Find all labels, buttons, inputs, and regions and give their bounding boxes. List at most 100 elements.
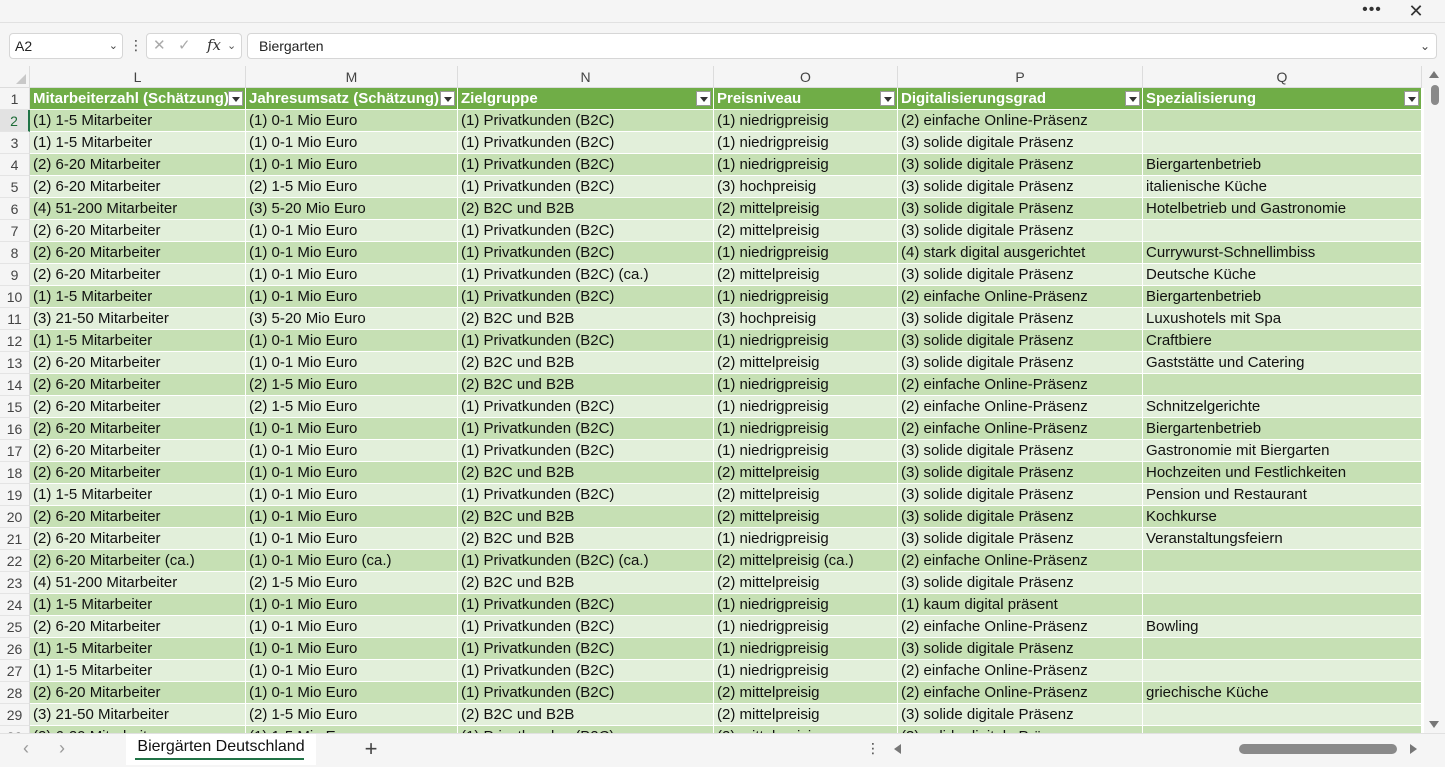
table-cell[interactable]: (1) 0-1 Mio Euro [246, 506, 458, 528]
table-cell[interactable]: (2) 6-20 Mitarbeiter [30, 528, 246, 550]
row-number[interactable]: 29 [0, 704, 30, 726]
table-cell[interactable]: (3) solide digitale Präsenz [898, 506, 1143, 528]
table-cell[interactable]: (1) Privatkunden (B2C) [458, 594, 714, 616]
prev-sheet-icon[interactable]: ‹ [23, 738, 29, 759]
table-cell[interactable]: (2) mittelpreisig [714, 220, 898, 242]
table-cell[interactable]: (3) solide digitale Präsenz [898, 308, 1143, 330]
table-cell[interactable]: (2) 6-20 Mitarbeiter [30, 176, 246, 198]
table-cell[interactable]: (1) Privatkunden (B2C) [458, 110, 714, 132]
table-cell[interactable]: (2) B2C und B2B [458, 528, 714, 550]
table-cell[interactable]: (3) solide digitale Präsenz [898, 176, 1143, 198]
table-cell[interactable] [1143, 704, 1422, 726]
table-cell[interactable]: (2) B2C und B2B [458, 308, 714, 330]
table-cell[interactable]: (1) Privatkunden (B2C) [458, 682, 714, 704]
table-cell[interactable]: Biergartenbetrieb [1143, 154, 1422, 176]
more-options-icon[interactable]: ••• [1361, 0, 1383, 22]
table-cell[interactable] [1143, 110, 1422, 132]
row-number[interactable]: 8 [0, 242, 30, 264]
table-cell[interactable]: (1) 0-1 Mio Euro [246, 132, 458, 154]
table-cell[interactable]: (4) 51-200 Mitarbeiter [30, 198, 246, 220]
table-cell[interactable]: (1) Privatkunden (B2C) [458, 638, 714, 660]
table-cell[interactable]: (1) 0-1 Mio Euro [246, 286, 458, 308]
table-cell[interactable]: (1) Privatkunden (B2C) [458, 176, 714, 198]
table-cell[interactable]: (2) mittelpreisig [714, 264, 898, 286]
table-cell[interactable]: (1) Privatkunden (B2C) (ca.) [458, 550, 714, 572]
table-cell[interactable]: (2) mittelpreisig [714, 682, 898, 704]
table-cell[interactable]: (1) niedrigpreisig [714, 660, 898, 682]
table-cell[interactable]: (1) 0-1 Mio Euro [246, 242, 458, 264]
table-cell[interactable]: (2) 6-20 Mitarbeiter (ca.) [30, 550, 246, 572]
table-cell[interactable]: (1) 0-1 Mio Euro [246, 110, 458, 132]
table-cell[interactable]: (2) 6-20 Mitarbeiter [30, 418, 246, 440]
table-cell[interactable]: (1) Privatkunden (B2C) [458, 484, 714, 506]
column-header-l[interactable]: L [30, 66, 246, 88]
table-cell[interactable]: (1) Privatkunden (B2C) [458, 330, 714, 352]
table-cell[interactable]: Veranstaltungsfeiern [1143, 528, 1422, 550]
table-cell[interactable]: griechische Küche [1143, 682, 1422, 704]
table-cell[interactable]: (2) einfache Online-Präsenz [898, 110, 1143, 132]
table-cell[interactable]: (1) niedrigpreisig [714, 132, 898, 154]
header-cell[interactable]: Digitalisierungsgrad [898, 88, 1143, 110]
row-number[interactable]: 13 [0, 352, 30, 374]
row-number[interactable]: 30 [0, 726, 30, 733]
column-header-q[interactable]: Q [1143, 66, 1422, 88]
table-cell[interactable]: (1) 1-5 Mitarbeiter [30, 330, 246, 352]
table-cell[interactable]: (1) 0-1 Mio Euro [246, 440, 458, 462]
table-cell[interactable]: (3) 5-20 Mio Euro [246, 198, 458, 220]
table-cell[interactable]: Biergartenbetrieb [1143, 418, 1422, 440]
row-number[interactable]: 3 [0, 132, 30, 154]
table-cell[interactable]: (1) 1-5 Mitarbeiter [30, 132, 246, 154]
row-number[interactable]: 6 [0, 198, 30, 220]
row-number[interactable]: 10 [0, 286, 30, 308]
table-cell[interactable]: (2) 1-5 Mio Euro [246, 374, 458, 396]
table-cell[interactable]: (2) 1-5 Mio Euro [246, 396, 458, 418]
chevron-down-icon[interactable]: ⌄ [227, 39, 236, 52]
close-icon[interactable]: ✕ [1405, 0, 1427, 22]
table-cell[interactable]: Biergartenbetrieb [1143, 286, 1422, 308]
table-cell[interactable]: (1) 0-1 Mio Euro [246, 594, 458, 616]
table-cell[interactable]: (1) Privatkunden (B2C) [458, 396, 714, 418]
table-cell[interactable]: (3) solide digitale Präsenz [898, 484, 1143, 506]
table-cell[interactable]: (1) Privatkunden (B2C) (ca.) [458, 264, 714, 286]
table-cell[interactable]: (1) niedrigpreisig [714, 154, 898, 176]
row-number[interactable]: 9 [0, 264, 30, 286]
table-cell[interactable]: Pension und Restaurant [1143, 484, 1422, 506]
table-cell[interactable]: (1) 1-5 Mitarbeiter [30, 638, 246, 660]
column-header-o[interactable]: O [714, 66, 898, 88]
row-number[interactable]: 4 [0, 154, 30, 176]
table-cell[interactable]: (1) niedrigpreisig [714, 418, 898, 440]
scroll-right-icon[interactable] [1410, 744, 1417, 754]
table-cell[interactable]: (3) solide digitale Präsenz [898, 726, 1143, 733]
table-cell[interactable] [1143, 132, 1422, 154]
table-cell[interactable]: (2) 6-20 Mitarbeiter [30, 616, 246, 638]
table-cell[interactable]: (1) Privatkunden (B2C) [458, 660, 714, 682]
table-cell[interactable]: (2) einfache Online-Präsenz [898, 374, 1143, 396]
table-cell[interactable]: (2) 1-5 Mio Euro [246, 176, 458, 198]
table-cell[interactable]: (3) solide digitale Präsenz [898, 704, 1143, 726]
table-cell[interactable]: (2) 6-20 Mitarbeiter [30, 264, 246, 286]
table-cell[interactable]: (1) kaum digital präsent [898, 594, 1143, 616]
row-number[interactable]: 17 [0, 440, 30, 462]
table-cell[interactable]: (1) 0-1 Mio Euro [246, 462, 458, 484]
row-number[interactable]: 1 [0, 88, 30, 110]
table-cell[interactable] [1143, 572, 1422, 594]
table-cell[interactable]: (3) solide digitale Präsenz [898, 198, 1143, 220]
table-cell[interactable]: (1) niedrigpreisig [714, 242, 898, 264]
table-cell[interactable]: Bowling [1143, 616, 1422, 638]
table-cell[interactable]: Craftbiere [1143, 330, 1422, 352]
select-all-corner[interactable] [0, 66, 30, 88]
table-cell[interactable]: (3) solide digitale Präsenz [898, 330, 1143, 352]
expand-formula-icon[interactable]: ⌄ [1420, 34, 1430, 58]
table-cell[interactable]: (1) Privatkunden (B2C) [458, 418, 714, 440]
enter-icon[interactable]: ✓ [178, 36, 191, 54]
formula-input[interactable]: Biergarten ⌄ [247, 33, 1437, 59]
table-cell[interactable]: (2) einfache Online-Präsenz [898, 550, 1143, 572]
column-header-n[interactable]: N [458, 66, 714, 88]
filter-dropdown-icon[interactable] [228, 91, 243, 106]
table-cell[interactable]: (1) 0-1 Mio Euro [246, 264, 458, 286]
table-cell[interactable]: (1) niedrigpreisig [714, 440, 898, 462]
next-sheet-icon[interactable]: › [59, 738, 65, 759]
row-number[interactable]: 22 [0, 550, 30, 572]
table-cell[interactable]: (1) niedrigpreisig [714, 528, 898, 550]
row-number[interactable]: 16 [0, 418, 30, 440]
